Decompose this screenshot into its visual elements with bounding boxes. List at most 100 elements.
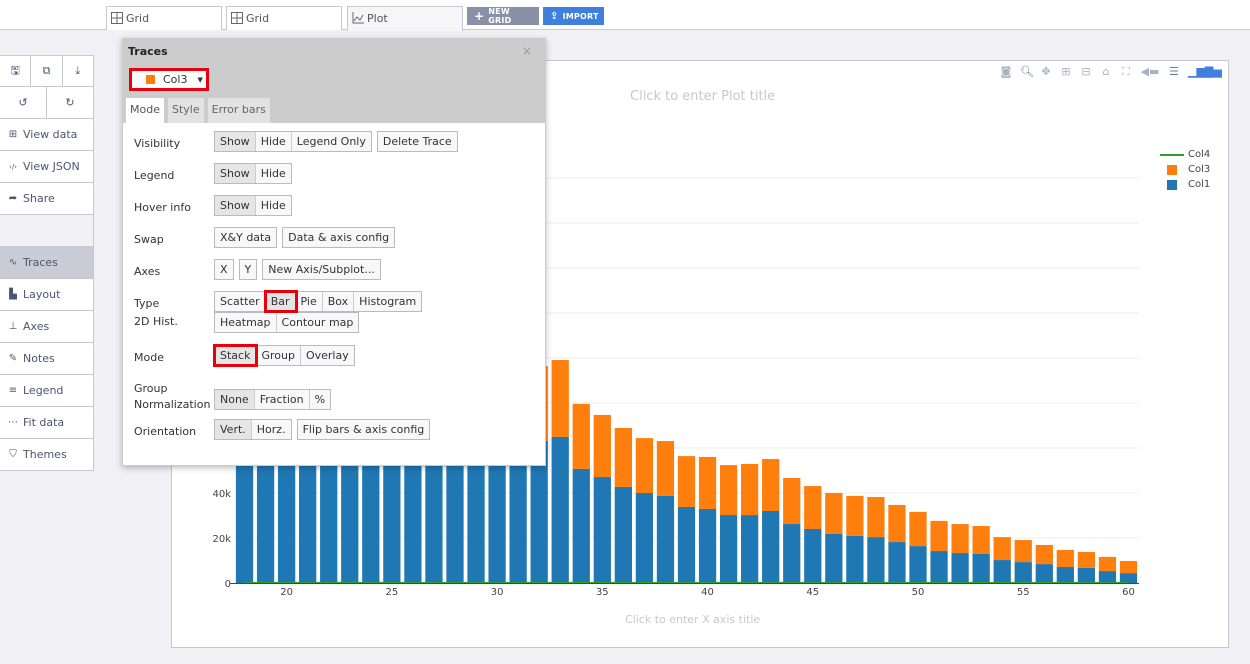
type-heatmap-button[interactable]: Heatmap (215, 313, 277, 332)
visibility-hide-button[interactable]: Hide (255, 132, 292, 151)
y-tick-label: 0 (225, 579, 231, 590)
bar-col3 (719, 465, 738, 516)
legend-label: Col3 (1188, 164, 1211, 175)
axes-label: Axes (134, 265, 161, 278)
delete-trace-button[interactable]: Delete Trace (377, 132, 457, 151)
mode-group-button[interactable]: Group (256, 346, 301, 365)
x-tick-label: 55 (1017, 587, 1030, 598)
bar-col3 (846, 495, 864, 536)
y-tick-label: 40k (212, 489, 231, 500)
bar-col3 (1098, 556, 1117, 572)
type-pie-button[interactable]: Pie (295, 292, 323, 311)
mode-overlay-button[interactable]: Overlay (300, 346, 354, 365)
bar-col1 (741, 515, 759, 583)
pan-icon[interactable]: ✥ (1040, 66, 1052, 78)
bar-col3 (804, 486, 822, 529)
bar-col1 (1035, 564, 1053, 583)
tab-error-bars[interactable]: Error bars (207, 98, 270, 123)
normalization-label: Group Normalization (134, 381, 214, 413)
orientation-horz-button[interactable]: Horz. (251, 420, 291, 439)
bar-swatch-icon (1167, 179, 1177, 190)
legend-label: Legend (134, 169, 175, 182)
home-icon[interactable]: ⌂ (1100, 66, 1112, 78)
type-histogram-button[interactable]: Histogram (354, 292, 422, 311)
flip-bars-axis-config-button[interactable]: Flip bars & axis config (297, 420, 430, 439)
modebar: ◙ 🔍︎ ✥ ⊞ ⊟ ⌂ ⛶ ◀▬ ☰ ▁▆▇▅ (1000, 66, 1222, 78)
legend-row: Legend Show Hide (134, 163, 545, 195)
hover-info-row: Hover info Show Hide (134, 195, 545, 227)
visibility-legend-only-button[interactable]: Legend Only (291, 132, 371, 151)
x-axis-title-placeholder[interactable]: Click to enter X axis title (625, 613, 760, 626)
bar-col1 (825, 533, 843, 583)
normalization-label-line1: Group (134, 382, 168, 395)
hover-show-button[interactable]: Show (215, 196, 256, 215)
legend-label: Col1 (1188, 179, 1211, 190)
visibility-show-button[interactable]: Show (215, 132, 256, 151)
x-tick-label: 20 (280, 587, 293, 598)
bar-col1 (930, 551, 948, 583)
bar-col3 (698, 457, 717, 509)
swap-label: Swap (134, 233, 164, 246)
orientation-vert-button[interactable]: Vert. (215, 420, 252, 439)
bar-col1 (572, 468, 590, 583)
close-icon[interactable]: × (522, 44, 532, 58)
bar-col3 (1056, 549, 1074, 568)
type-box-button[interactable]: Box (322, 292, 355, 311)
bar-col1 (593, 477, 611, 583)
bar-col1 (677, 506, 696, 583)
legend-label: Col4 (1188, 149, 1211, 160)
x-tick-label: 50 (912, 587, 925, 598)
type-scatter-button[interactable]: Scatter (215, 292, 266, 311)
bar-col3 (951, 524, 969, 554)
legend-show-button[interactable]: Show (215, 164, 256, 183)
orientation-row: Orientation Vert. Horz. Flip bars & axis… (134, 419, 545, 451)
zoom-in-icon[interactable]: ⊞ (1060, 66, 1072, 78)
autoscale-icon[interactable]: ⛶ (1120, 66, 1132, 78)
legend-item-col3[interactable]: Col3 (1160, 162, 1210, 177)
new-axis-subplot-button[interactable]: New Axis/Subplot... (263, 260, 380, 279)
legend-item-col4[interactable]: Col4 (1160, 147, 1210, 162)
bar-col1 (1077, 567, 1096, 583)
type-contour-map-button[interactable]: Contour map (276, 313, 359, 332)
x-tick-label: 30 (491, 587, 504, 598)
legend: Col4 Col3 Col1 (1160, 147, 1210, 192)
type-bar-button[interactable]: Bar (263, 290, 298, 313)
zoom-icon[interactable]: 🔍︎ (1020, 66, 1034, 78)
legend-item-col1[interactable]: Col1 (1160, 177, 1210, 192)
legend-hide-button[interactable]: Hide (255, 164, 291, 183)
norm-fraction-button[interactable]: Fraction (254, 390, 310, 409)
trace-selector-dropdown[interactable]: Col3 ▼ (129, 68, 209, 91)
tab-style[interactable]: Style (167, 98, 204, 123)
tab-mode[interactable]: Mode (126, 98, 164, 123)
hist2d-label: 2D Hist. (134, 315, 178, 328)
axes-row: Axes X Y New Axis/Subplot... (134, 259, 545, 291)
mode-stack-button[interactable]: Stack (212, 344, 259, 367)
bar-col1 (762, 511, 780, 583)
plot-title-placeholder[interactable]: Click to enter Plot title (630, 89, 775, 104)
bar-col3 (762, 459, 780, 511)
hover-closest-icon[interactable]: ◀▬ (1140, 66, 1160, 78)
camera-icon[interactable]: ◙ (1000, 66, 1012, 78)
swap-data-axis-config-button[interactable]: Data & axis config (283, 228, 395, 247)
zoom-out-icon[interactable]: ⊟ (1080, 66, 1092, 78)
normalization-label-line2: Normalization (134, 398, 211, 411)
bar-swatch-icon (1167, 164, 1177, 175)
bar-col3 (909, 511, 927, 547)
bar-col1 (846, 535, 864, 583)
norm-none-button[interactable]: None (215, 390, 255, 409)
hist2d-row: 2D Hist. Heatmap Contour map (134, 312, 545, 345)
normalization-row: Group Normalization None Fraction % (134, 381, 545, 419)
bar-col3 (930, 520, 948, 552)
axis-x-button[interactable]: X (215, 260, 233, 279)
caret-down-icon: ▼ (197, 75, 203, 84)
plotly-logo-icon[interactable]: ▁▆▇▅ (1188, 66, 1222, 78)
bar-col3 (551, 360, 569, 437)
bar-col1 (951, 553, 969, 583)
panel-title: Traces (128, 45, 168, 58)
bar-col1 (277, 445, 296, 583)
axis-y-button[interactable]: Y (239, 260, 257, 279)
norm-percent-button[interactable]: % (309, 390, 331, 409)
hover-hide-button[interactable]: Hide (255, 196, 291, 215)
swap-xy-data-button[interactable]: X&Y data (215, 228, 277, 247)
hover-compare-icon[interactable]: ☰ (1168, 66, 1180, 78)
